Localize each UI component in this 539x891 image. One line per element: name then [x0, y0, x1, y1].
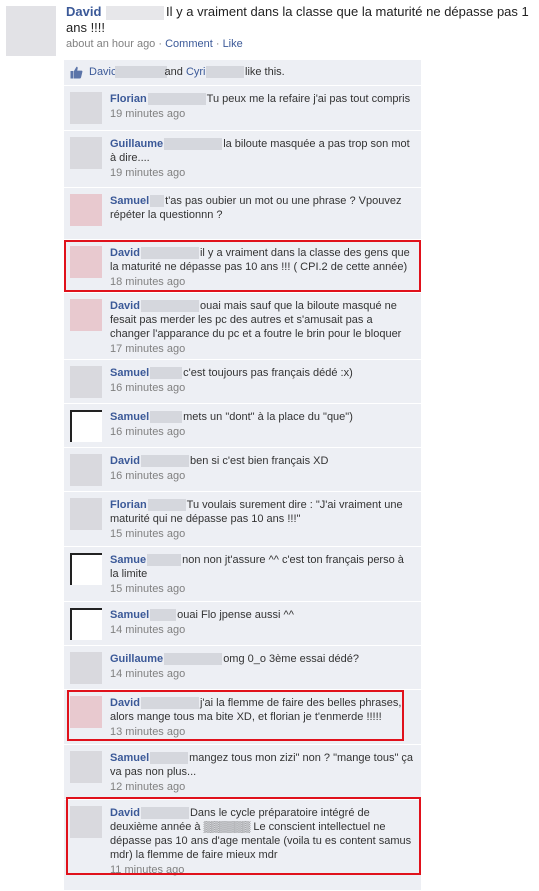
comment-body: Samuel t'as pas oubier un mot ou une phra… [110, 194, 414, 222]
commenter-avatar[interactable] [70, 652, 102, 684]
comment-item: Guillaume la biloute masquée a pas trop s… [64, 131, 421, 188]
commenter-avatar[interactable] [70, 498, 102, 530]
post-timestamp: about an hour ago [66, 38, 156, 50]
comment-timestamp: 19 minutes ago [110, 167, 186, 179]
comment-timestamp: 17 minutes ago [110, 343, 186, 355]
comment-item: Florian Tu peux me la refaire j'ai pas to… [64, 86, 421, 131]
comment-body: Florian Tu peux me la refaire j'ai pas to… [110, 92, 414, 121]
blurred-surname [164, 653, 223, 666]
commenter-name[interactable]: Samuel [110, 752, 149, 764]
likes-text: Davic and Cyril like this. [89, 66, 285, 79]
blurred-surname [150, 367, 183, 380]
liker-link-1[interactable]: Davic [89, 66, 117, 78]
commenter-avatar[interactable] [70, 751, 102, 783]
liker-link-2[interactable]: Cyril [186, 66, 208, 78]
post-meta: about an hour ago · Comment · Like [66, 38, 243, 50]
commenter-avatar[interactable] [70, 608, 102, 640]
commenter-name[interactable]: Samue [110, 554, 146, 566]
comment-item: Guillaume omg 0_o 3ème essai dédé? 14 minu… [64, 646, 421, 690]
comment-item: Samuel mangez tous mon zizi" non ? "mange… [64, 745, 421, 800]
comment-item: Florian Tu voulais surement dire : "J'ai … [64, 492, 421, 547]
comment-body: Guillaume omg 0_o 3ème essai dédé? 14 minu… [110, 652, 414, 681]
blurred-surname [147, 554, 182, 567]
comment-item: David ouai mais sauf que la biloute masqu… [64, 293, 421, 360]
comment-item: Samuel t'as pas oubier un mot ou une phra… [64, 188, 421, 240]
comment-timestamp: 16 minutes ago [110, 426, 186, 438]
comment-body: David ben si c'est bien français XD 16 min… [110, 454, 414, 483]
commenter-avatar[interactable] [70, 366, 102, 398]
comment-timestamp: 19 minutes ago [110, 108, 186, 120]
blurred-surname [140, 300, 199, 313]
comment-timestamp: 15 minutes ago [110, 583, 186, 595]
comment-body: Samuel ouai Flo jpense aussi ^^ 14 minutes… [110, 608, 414, 637]
commenter-avatar[interactable] [70, 553, 102, 585]
comment-link[interactable]: Comment [165, 38, 213, 50]
comment-text: c'est toujours pas français dédé :x) [183, 367, 353, 379]
commenter-name[interactable]: David [110, 455, 140, 467]
highlight-box [64, 240, 421, 292]
commenter-name[interactable]: Florian [110, 499, 147, 511]
commenter-name[interactable]: Samuel [110, 411, 149, 423]
status-post: Il y a vraiment dans la classe que la ma… [0, 0, 539, 60]
commenter-name[interactable]: Samuel [110, 195, 149, 207]
comment-timestamp: 16 minutes ago [110, 470, 186, 482]
blurred-surname [150, 609, 177, 622]
commenter-avatar[interactable] [70, 92, 102, 124]
blurred-surname [150, 752, 189, 765]
comment-timestamp: 14 minutes ago [110, 624, 186, 636]
comment-timestamp: 14 minutes ago [110, 668, 186, 680]
commenter-name[interactable]: David [110, 300, 140, 312]
comments-thread: Davic and Cyril like this. Florian Tu peux… [64, 60, 421, 890]
highlight-box [67, 690, 404, 741]
comment-body: Guillaume la biloute masquée a pas trop s… [110, 137, 414, 180]
comment-body: Samue non non jt'assure ^^ c'est ton fran… [110, 553, 414, 596]
highlight-box [66, 797, 421, 875]
blurred-surname [164, 138, 223, 151]
comment-body: Samuel mangez tous mon zizi" non ? "mange… [110, 751, 414, 794]
comment-body: Florian Tu voulais surement dire : "J'ai … [110, 498, 414, 541]
comment-text: omg 0_o 3ème essai dédé? [223, 653, 359, 665]
commenter-avatar[interactable] [70, 299, 102, 331]
comment-body: David ouai mais sauf que la biloute masqu… [110, 299, 414, 356]
comment-item: Samuel ouai Flo jpense aussi ^^ 14 minutes… [64, 602, 421, 646]
comment-item: Samuel mets un "dont" à la place du "que"… [64, 404, 421, 448]
thumbs-up-icon [70, 66, 83, 79]
commenter-avatar[interactable] [70, 454, 102, 486]
comment-item: Samuel c'est toujours pas français dédé :… [64, 360, 421, 404]
comment-text: ben si c'est bien français XD [189, 455, 329, 467]
commenter-name[interactable]: Samuel [110, 367, 149, 379]
likes-bar: Davic and Cyril like this. [64, 60, 421, 86]
author-avatar[interactable] [6, 6, 56, 56]
blurred-surname [147, 93, 206, 106]
author-name-link[interactable]: David [66, 4, 101, 19]
blurred-surname [150, 411, 183, 424]
commenter-name[interactable]: Florian [110, 93, 147, 105]
comment-text: mets un "dont" à la place du "que") [183, 411, 353, 423]
comment-item: David ben si c'est bien français XD 16 min… [64, 448, 421, 492]
comment-text: ouai Flo jpense aussi ^^ [177, 609, 294, 621]
commenter-avatar[interactable] [70, 137, 102, 169]
commenter-name[interactable]: Guillaume [110, 653, 163, 665]
commenter-avatar[interactable] [70, 410, 102, 442]
comment-text: Tu peux me la refaire j'ai pas tout comp… [206, 93, 411, 105]
comment-timestamp: 16 minutes ago [110, 382, 186, 394]
comment-timestamp: 15 minutes ago [110, 528, 186, 540]
commenter-name[interactable]: Guillaume [110, 138, 163, 150]
blurred-surname [150, 195, 165, 208]
comment-item: Samue non non jt'assure ^^ c'est ton fran… [64, 547, 421, 602]
blurred-surname [147, 499, 186, 512]
commenter-name[interactable]: Samuel [110, 609, 149, 621]
comment-body: Samuel c'est toujours pas français dédé :… [110, 366, 414, 395]
blurred-name [205, 66, 244, 79]
comment-body: Samuel mets un "dont" à la place du "que"… [110, 410, 414, 439]
blurred-surname [106, 6, 164, 20]
blurred-surname [140, 455, 189, 468]
blurred-name [114, 66, 167, 79]
commenter-avatar[interactable] [70, 194, 102, 226]
comment-timestamp: 12 minutes ago [110, 781, 186, 793]
like-link[interactable]: Like [223, 38, 243, 50]
